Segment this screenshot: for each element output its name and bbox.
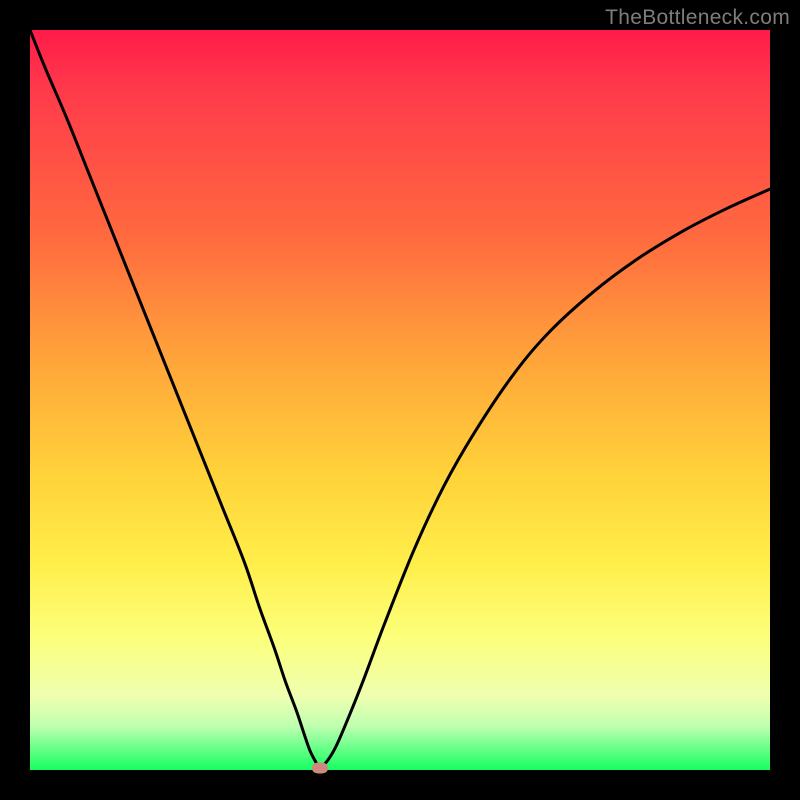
optimum-marker bbox=[312, 762, 328, 773]
curve-svg bbox=[30, 30, 770, 770]
bottleneck-curve bbox=[30, 30, 770, 767]
chart-frame: TheBottleneck.com bbox=[0, 0, 800, 800]
watermark-text: TheBottleneck.com bbox=[605, 6, 790, 30]
plot-area bbox=[30, 30, 770, 770]
